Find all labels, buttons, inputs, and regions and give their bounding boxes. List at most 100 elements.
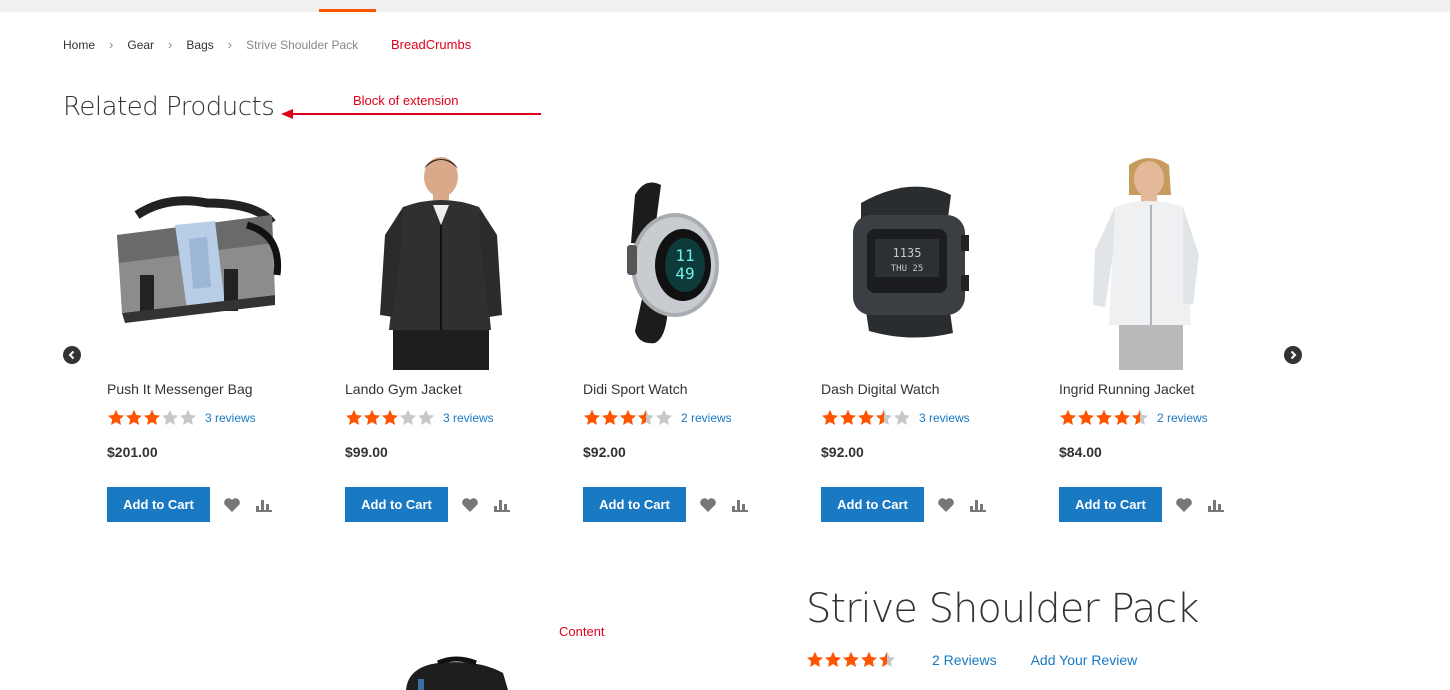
star-icon xyxy=(1096,409,1112,425)
carousel-prev-button[interactable] xyxy=(63,346,81,364)
rating-stars xyxy=(345,409,435,426)
breadcrumb-bags[interactable]: Bags xyxy=(186,38,213,52)
star-icon xyxy=(346,409,362,425)
product-actions: Add to Cart xyxy=(821,487,988,522)
add-review-link[interactable]: Add Your Review xyxy=(1031,652,1138,668)
svg-text:49: 49 xyxy=(675,264,694,283)
star-icon xyxy=(1132,409,1148,425)
breadcrumb: Home › Gear › Bags › Strive Shoulder Pac… xyxy=(63,37,358,52)
product-image-messenger-bag[interactable] xyxy=(107,155,307,370)
star-icon xyxy=(400,409,416,425)
star-icon xyxy=(602,409,618,425)
heart-icon[interactable] xyxy=(222,495,242,515)
annotation-arrow-head xyxy=(281,109,293,119)
heart-icon[interactable] xyxy=(1174,495,1194,515)
product-name[interactable]: Dash Digital Watch xyxy=(821,381,940,397)
star-icon xyxy=(825,651,841,667)
reviews-link[interactable]: 2 reviews xyxy=(1157,411,1208,425)
star-icon xyxy=(364,409,380,425)
reviews-link[interactable]: 3 reviews xyxy=(919,411,970,425)
annotation-breadcrumbs: BreadCrumbs xyxy=(391,37,472,52)
reviews-link[interactable]: 3 reviews xyxy=(205,411,256,425)
breadcrumb-home[interactable]: Home xyxy=(63,38,95,52)
star-icon xyxy=(162,409,178,425)
chevron-right-icon: › xyxy=(109,37,114,52)
product-rating: 3 reviews xyxy=(107,409,256,426)
product-name[interactable]: Ingrid Running Jacket xyxy=(1059,381,1194,397)
reviews-link[interactable]: 2 Reviews xyxy=(932,652,997,668)
product-image-digital-watch[interactable]: 1135 THU 25 xyxy=(821,155,1021,370)
product-name[interactable]: Lando Gym Jacket xyxy=(345,381,462,397)
carousel-next-button[interactable] xyxy=(1284,346,1302,364)
star-icon xyxy=(126,409,142,425)
svg-text:THU 25: THU 25 xyxy=(891,264,924,274)
product-rating: 3 reviews xyxy=(821,409,970,426)
star-icon xyxy=(876,409,892,425)
product-rating: 2 reviews xyxy=(583,409,732,426)
compare-icon[interactable] xyxy=(730,495,750,515)
add-to-cart-button[interactable]: Add to Cart xyxy=(821,487,924,522)
star-icon xyxy=(840,409,856,425)
svg-text:11: 11 xyxy=(675,246,694,265)
active-tab-indicator xyxy=(319,9,376,12)
product-title: Strive Shoulder Pack xyxy=(806,586,1199,632)
annotation-arrow-line xyxy=(292,113,541,115)
reviews-link[interactable]: 2 reviews xyxy=(681,411,732,425)
product-card: 11 49 Didi Sport Watch 2 reviews $92.00 … xyxy=(583,155,783,522)
product-actions: Add to Cart xyxy=(1059,487,1226,522)
add-to-cart-button[interactable]: Add to Cart xyxy=(583,487,686,522)
product-price: $84.00 xyxy=(1059,444,1102,460)
add-to-cart-button[interactable]: Add to Cart xyxy=(345,487,448,522)
product-card: Push It Messenger Bag 3 reviews $201.00 … xyxy=(107,155,307,522)
star-icon xyxy=(382,409,398,425)
star-icon xyxy=(1114,409,1130,425)
product-price: $201.00 xyxy=(107,444,158,460)
star-icon xyxy=(807,651,823,667)
heart-icon[interactable] xyxy=(460,495,480,515)
product-image-sport-watch[interactable]: 11 49 xyxy=(583,155,783,370)
product-name[interactable]: Didi Sport Watch xyxy=(583,381,688,397)
star-icon xyxy=(822,409,838,425)
compare-icon[interactable] xyxy=(492,495,512,515)
product-card: 1135 THU 25 Dash Digital Watch 3 reviews… xyxy=(821,155,1021,522)
star-icon xyxy=(144,409,160,425)
product-rating: 3 reviews xyxy=(345,409,494,426)
compare-icon[interactable] xyxy=(968,495,988,515)
star-icon xyxy=(1078,409,1094,425)
product-price: $92.00 xyxy=(821,444,864,460)
product-rating: 2 reviews xyxy=(1059,409,1208,426)
heart-icon[interactable] xyxy=(936,495,956,515)
rating-stars xyxy=(107,409,197,426)
product-image-black-jacket[interactable] xyxy=(345,155,545,370)
star-icon xyxy=(108,409,124,425)
star-icon xyxy=(861,651,877,667)
rating-stars xyxy=(821,409,911,426)
add-to-cart-button[interactable]: Add to Cart xyxy=(107,487,210,522)
annotation-content: Content xyxy=(559,624,605,639)
rating-stars xyxy=(583,409,673,426)
product-image-white-jacket[interactable] xyxy=(1059,155,1259,370)
reviews-link[interactable]: 3 reviews xyxy=(443,411,494,425)
star-icon xyxy=(879,651,895,667)
rating-stars xyxy=(1059,409,1149,426)
annotation-block: Block of extension xyxy=(353,93,459,108)
top-nav-bar xyxy=(0,0,1450,12)
add-to-cart-button[interactable]: Add to Cart xyxy=(1059,487,1162,522)
product-main-rating: 2 Reviews Add Your Review xyxy=(806,651,1137,668)
breadcrumb-current: Strive Shoulder Pack xyxy=(246,37,359,52)
star-icon xyxy=(418,409,434,425)
product-name[interactable]: Push It Messenger Bag xyxy=(107,381,253,397)
star-icon xyxy=(858,409,874,425)
product-main-image[interactable] xyxy=(398,655,513,690)
product-actions: Add to Cart xyxy=(583,487,750,522)
breadcrumb-gear[interactable]: Gear xyxy=(127,38,154,52)
compare-icon[interactable] xyxy=(1206,495,1226,515)
related-products-title: Related Products xyxy=(63,92,275,122)
product-actions: Add to Cart xyxy=(345,487,512,522)
star-icon xyxy=(656,409,672,425)
compare-icon[interactable] xyxy=(254,495,274,515)
chevron-left-icon xyxy=(68,350,75,360)
heart-icon[interactable] xyxy=(698,495,718,515)
star-icon xyxy=(180,409,196,425)
star-icon xyxy=(894,409,910,425)
